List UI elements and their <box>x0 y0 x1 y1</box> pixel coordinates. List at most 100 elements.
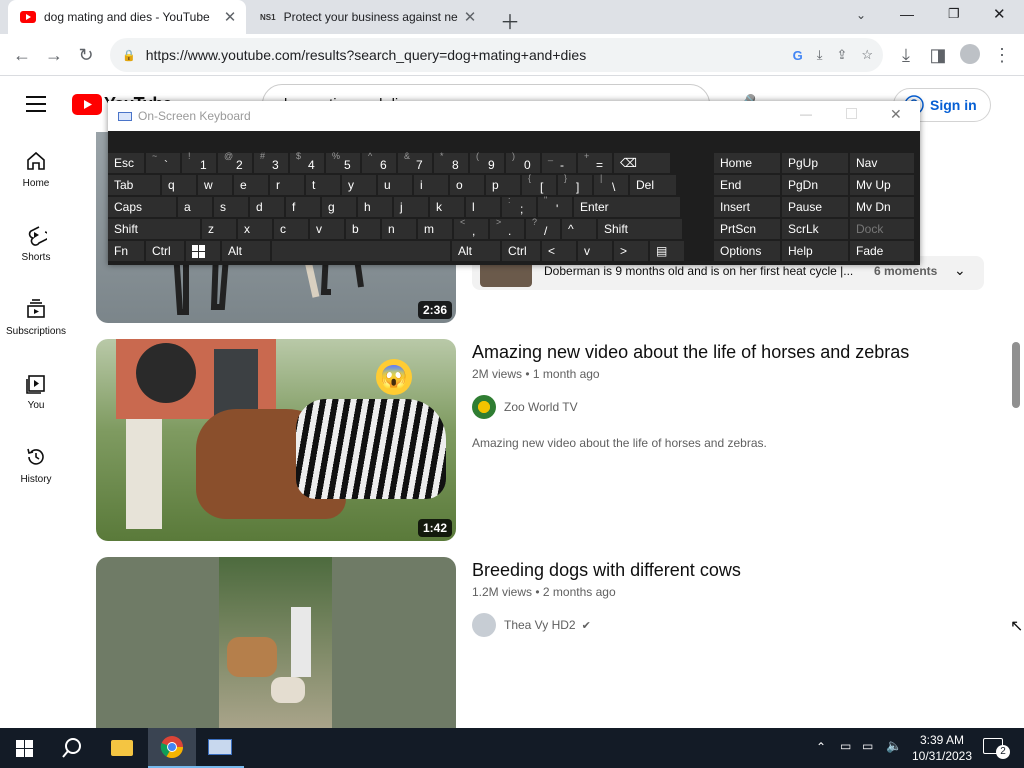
key-=[interactable]: + = <box>578 151 612 173</box>
key-fn[interactable]: Fn <box>108 241 144 261</box>
chevron-down-icon[interactable]: ⌄ <box>954 262 966 279</box>
key-ctrl[interactable]: Ctrl <box>146 241 184 261</box>
key-.[interactable]: >. <box>490 217 524 239</box>
osk-title-bar[interactable]: On-Screen Keyboard — ✕ <box>108 101 920 131</box>
key-'[interactable]: " ' <box>538 195 572 217</box>
maximize-icon[interactable] <box>846 108 857 119</box>
windows-key-icon[interactable] <box>186 241 220 261</box>
share-icon[interactable]: ⇪ <box>836 47 847 63</box>
key-del[interactable]: Del <box>630 175 676 195</box>
key-r[interactable]: r <box>270 175 304 195</box>
key-a[interactable]: a <box>178 197 212 217</box>
key-caps[interactable]: Caps <box>108 197 176 217</box>
key-shift[interactable]: Shift <box>108 219 200 239</box>
sidebar-item-home[interactable]: Home <box>0 132 72 206</box>
key-1[interactable]: ! 1 <box>182 151 216 173</box>
page-scrollbar[interactable] <box>1008 132 1024 728</box>
sidebar-item-shorts[interactable]: Shorts <box>0 206 72 280</box>
key-/[interactable]: ? / <box>526 217 560 239</box>
scrollbar-thumb[interactable] <box>1012 342 1020 408</box>
key-x[interactable]: x <box>238 219 272 239</box>
key-⌫[interactable]: ⌫ <box>614 153 670 173</box>
video-thumbnail[interactable] <box>96 557 456 728</box>
address-bar[interactable]: 🔒 https://www.youtube.com/results?search… <box>110 38 883 72</box>
key-ctrl[interactable]: Ctrl <box>502 241 540 261</box>
display-icon[interactable]: ▭ <box>862 739 873 753</box>
video-title[interactable]: Amazing new video about the life of hors… <box>472 342 909 363</box>
downloads-icon[interactable]: ⤓ <box>894 43 918 67</box>
key-dock[interactable]: Dock <box>850 219 914 239</box>
key-h[interactable]: h <box>358 197 392 217</box>
key-c[interactable]: c <box>274 219 308 239</box>
browser-tab-youtube[interactable]: dog mating and dies - YouTube ✕ <box>8 0 246 34</box>
minimize-window-icon[interactable]: — <box>900 6 914 22</box>
bookmark-star-icon[interactable]: ☆ <box>861 47 873 63</box>
key-g[interactable]: g <box>322 197 356 217</box>
chrome-taskbar-icon[interactable] <box>148 728 196 768</box>
key-p[interactable]: p <box>486 175 520 195</box>
key-u[interactable]: u <box>378 175 412 195</box>
key-2[interactable]: @2 <box>218 151 252 173</box>
forward-icon[interactable]: → <box>42 43 66 67</box>
key-mv-up[interactable]: Mv Up <box>850 175 914 195</box>
close-icon[interactable]: ✕ <box>890 106 902 123</box>
key-<[interactable]: < <box>542 241 576 261</box>
key-help[interactable]: Help <box>782 241 848 261</box>
key-m[interactable]: m <box>418 219 452 239</box>
key-4[interactable]: $4 <box>290 151 324 173</box>
new-tab-icon[interactable]: ＋ <box>500 6 520 35</box>
key-;[interactable]: :; <box>502 195 536 217</box>
key-o[interactable]: o <box>450 175 484 195</box>
key-j[interactable]: j <box>394 197 428 217</box>
video-thumbnail[interactable]: 😱 1:42 <box>96 339 456 541</box>
tray-overflow-icon[interactable]: ⌃ <box>816 740 826 754</box>
close-tab-icon[interactable]: ✕ <box>462 8 478 26</box>
key--[interactable]: _ - <box>542 151 576 173</box>
key-7[interactable]: & 7 <box>398 151 432 173</box>
network-icon[interactable]: ▭ <box>840 739 851 753</box>
key-v[interactable]: v <box>310 219 344 239</box>
video-title[interactable]: Breeding dogs with different cows <box>472 560 741 581</box>
key-shift[interactable]: Shift <box>598 219 682 239</box>
key-8[interactable]: * 8 <box>434 151 468 173</box>
sidebar-item-subscriptions[interactable]: Subscriptions <box>0 280 72 354</box>
key-d[interactable]: d <box>250 197 284 217</box>
key-n[interactable]: n <box>382 219 416 239</box>
tab-search-icon[interactable]: ⌄ <box>856 8 866 22</box>
profile-avatar-icon[interactable] <box>960 44 980 64</box>
chrome-menu-icon[interactable]: ⋮ <box>990 43 1014 67</box>
restore-window-icon[interactable]: ❐ <box>948 6 960 22</box>
key-esc[interactable]: Esc <box>108 153 144 173</box>
key-scrlk[interactable]: ScrLk <box>782 219 848 239</box>
channel-link[interactable]: Thea Vy HD2 ✔ <box>472 613 591 637</box>
key-prtscn[interactable]: PrtScn <box>714 219 780 239</box>
key-e[interactable]: e <box>234 175 268 195</box>
key-enter[interactable]: Enter <box>574 197 680 217</box>
key-5[interactable]: % 5 <box>326 151 360 173</box>
windows-start-icon[interactable] <box>0 728 48 768</box>
key-alt[interactable]: Alt <box>452 241 500 261</box>
close-tab-icon[interactable]: ✕ <box>222 8 238 26</box>
key->[interactable]: > <box>614 241 648 261</box>
reload-icon[interactable]: ↻ <box>74 43 98 67</box>
browser-tab-ns1[interactable]: NS1 Protect your business against ne ✕ <box>250 0 486 34</box>
key-b[interactable]: b <box>346 219 380 239</box>
key-pause[interactable]: Pause <box>782 197 848 217</box>
key-t[interactable]: t <box>306 175 340 195</box>
key-tab[interactable]: Tab <box>108 175 160 195</box>
menu-key-icon[interactable]: ▤ <box>650 241 684 261</box>
volume-icon[interactable]: 🔈 <box>886 738 902 754</box>
space-key[interactable] <box>272 241 450 261</box>
key-\[interactable]: | \ <box>594 173 628 195</box>
key-q[interactable]: q <box>162 175 196 195</box>
key-pgup[interactable]: PgUp <box>782 153 848 173</box>
key-pgdn[interactable]: PgDn <box>782 175 848 195</box>
key-,[interactable]: <, <box>454 217 488 239</box>
key-^[interactable]: ^ <box>562 219 596 239</box>
key-9[interactable]: (9 <box>470 151 504 173</box>
key-fade[interactable]: Fade <box>850 241 914 261</box>
minimize-icon[interactable]: — <box>800 107 812 121</box>
key-nav[interactable]: Nav <box>850 153 914 173</box>
key-v[interactable]: v <box>578 241 612 261</box>
key-s[interactable]: s <box>214 197 248 217</box>
